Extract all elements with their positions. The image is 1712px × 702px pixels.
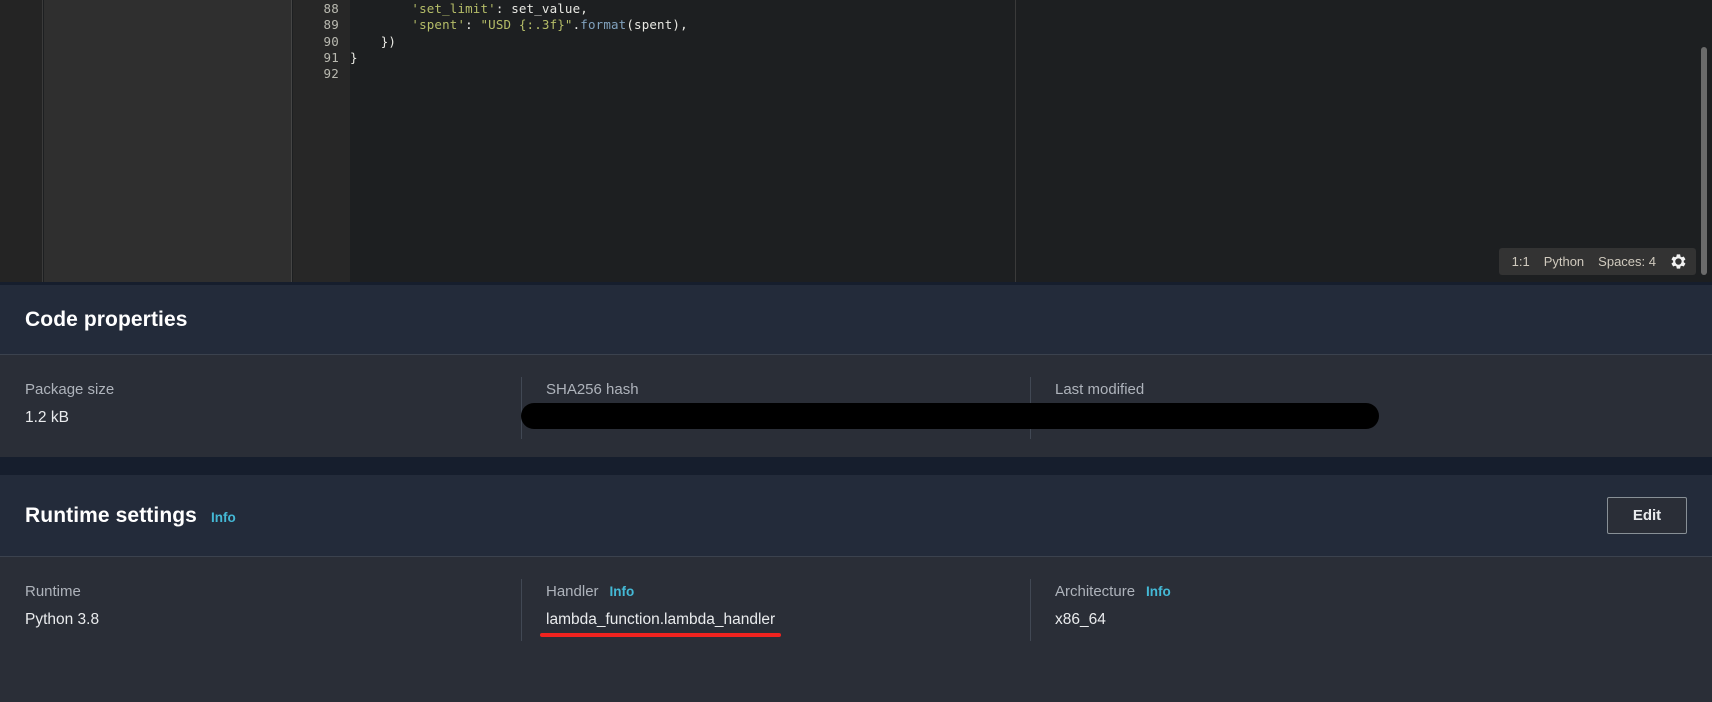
editor-vertical-scrollbar[interactable]: [1701, 0, 1710, 285]
indentation-indicator[interactable]: Spaces: 4: [1598, 254, 1656, 269]
cursor-position-indicator[interactable]: 1:1: [1512, 254, 1530, 269]
code-properties-header: Code properties: [0, 285, 1712, 355]
property-label: Handler: [546, 583, 599, 600]
property-label: SHA256 hash: [546, 381, 639, 398]
language-mode-indicator[interactable]: Python: [1544, 254, 1584, 269]
code-token: "USD {:.3f}": [480, 17, 573, 33]
code-token: format: [580, 17, 627, 33]
code-line: 'spent': "USD {:.3f}".format(spent),: [350, 17, 1712, 33]
architecture-info-link[interactable]: Info: [1146, 584, 1171, 599]
code-token: }): [350, 33, 397, 49]
lambda-function-page: 88 89 90 91 92 'set_limit': set_value, '…: [0, 0, 1712, 702]
scrollbar-thumb[interactable]: [1701, 47, 1707, 275]
code-token: (spent),: [626, 17, 688, 33]
code-token: :: [465, 17, 481, 33]
editor-pane-divider: [1015, 0, 1016, 285]
property-value: x86_64: [1055, 611, 1106, 628]
code-token: 'spent': [411, 17, 466, 33]
line-number: 92: [323, 66, 339, 82]
runtime-settings-info-link[interactable]: Info: [211, 510, 236, 525]
property-runtime: Runtime Python 3.8: [0, 583, 521, 632]
redaction-overlay: [521, 403, 1379, 429]
gear-icon[interactable]: [1670, 253, 1687, 270]
property-value: 1.2 kB: [25, 409, 69, 426]
runtime-settings-body: Runtime Python 3.8 Handler Info lambda_f…: [0, 557, 1712, 641]
line-number: 91: [323, 49, 339, 65]
property-value: lambda_function.lambda_handler: [539, 611, 782, 637]
runtime-settings-header: Runtime settings Info Edit: [0, 475, 1712, 557]
code-token: : set_value,: [495, 1, 588, 16]
code-editor: 88 89 90 91 92 'set_limit': set_value, '…: [0, 0, 1712, 285]
code-line: }): [350, 34, 1712, 50]
code-line: }: [350, 50, 1712, 66]
editor-file-tree-panel[interactable]: [44, 0, 292, 285]
line-number: 89: [323, 17, 339, 33]
line-number: 90: [323, 33, 339, 49]
code-token: }: [350, 49, 358, 65]
line-number: 88: [323, 1, 339, 16]
code-line: 'set_limit': set_value,: [350, 1, 1712, 17]
property-label: Architecture: [1055, 583, 1136, 600]
property-label: Last modified: [1055, 381, 1145, 398]
runtime-settings-panel: Runtime settings Info Edit Runtime Pytho…: [0, 475, 1712, 702]
code-properties-panel: Code properties Package size 1.2 kB SHA2…: [0, 285, 1712, 457]
property-architecture: Architecture Info x86_64: [1030, 579, 1712, 641]
editor-code-area[interactable]: 'set_limit': set_value, 'spent': "USD {:…: [350, 0, 1712, 285]
section-title: Runtime settings: [25, 503, 197, 527]
property-label: Package size: [25, 381, 115, 398]
page-title: Code properties: [25, 307, 188, 331]
editor-line-number-gutter: 88 89 90 91 92: [293, 0, 350, 285]
panel-separator: [0, 457, 1712, 475]
edit-button[interactable]: Edit: [1607, 497, 1687, 534]
property-package-size: Package size 1.2 kB: [0, 381, 521, 427]
property-label: Runtime: [25, 583, 81, 600]
code-token: 'set_limit': [411, 1, 496, 16]
editor-status-bar: 1:1 Python Spaces: 4: [1498, 248, 1696, 275]
editor-activity-bar[interactable]: [0, 0, 43, 285]
handler-info-link[interactable]: Info: [610, 584, 635, 599]
property-handler: Handler Info lambda_function.lambda_hand…: [521, 579, 1030, 641]
property-value: Python 3.8: [25, 611, 100, 628]
